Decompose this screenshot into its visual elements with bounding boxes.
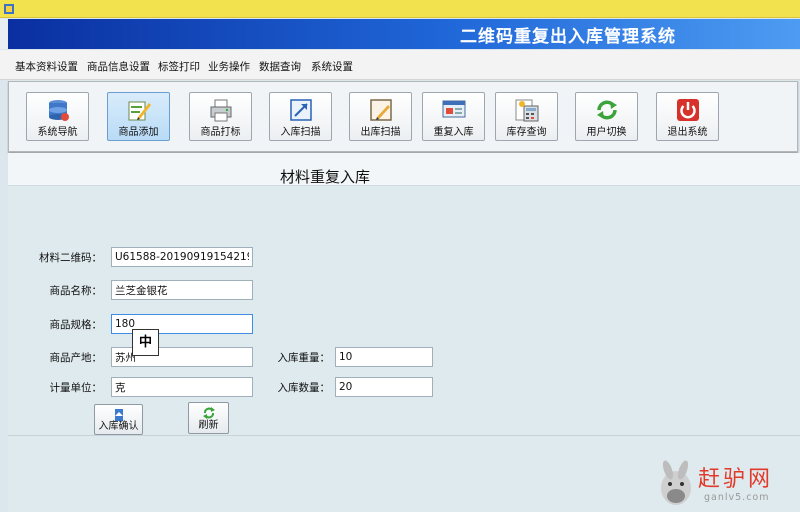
confirm-stock-in-label: 入库确认	[98, 421, 139, 432]
stock-out-scan-button[interactable]: 出库扫描	[349, 92, 412, 141]
menu-product-info[interactable]: 商品信息设置	[87, 59, 150, 74]
donkey-logo-icon	[661, 460, 691, 505]
database-icon	[48, 100, 69, 121]
product-name-label: 商品名称：	[49, 285, 103, 297]
title-panel	[8, 153, 800, 186]
confirm-stock-in-button[interactable]: 入库确认	[94, 404, 143, 435]
stock-weight-input[interactable]	[335, 347, 433, 367]
app-banner: 二维码重复出入库管理系统	[8, 19, 800, 49]
watermark: 赶驴网 ganlv5.com	[655, 460, 795, 510]
window-title-bar	[0, 0, 800, 18]
page-title: 材料重复入库	[280, 168, 371, 186]
repeat-stock-in-icon	[442, 100, 465, 118]
unit-input[interactable]	[111, 377, 253, 397]
inventory-query-button[interactable]: 库存查询	[495, 92, 558, 141]
product-label-button[interactable]: 商品打标	[189, 92, 252, 141]
system-nav-label: 系统导航	[37, 127, 78, 138]
refresh-button[interactable]: 刷新	[188, 402, 229, 434]
inventory-query-label: 库存查询	[506, 127, 547, 138]
menu-system-settings[interactable]: 系统设置	[311, 59, 353, 74]
qrcode-input[interactable]	[111, 247, 253, 267]
menu-business-ops[interactable]: 业务操作	[208, 59, 250, 74]
unit-label: 计量单位：	[49, 382, 103, 394]
stock-in-scan-button[interactable]: 入库扫描	[269, 92, 332, 141]
edit-pencil-icon	[128, 101, 151, 121]
user-switch-button[interactable]: 用户切换	[575, 92, 638, 141]
stock-quantity-label: 入库数量：	[277, 382, 331, 394]
inventory-calculator-icon	[515, 99, 538, 122]
printer-icon	[210, 99, 231, 122]
banner-edge	[0, 19, 8, 49]
refresh-arrows-icon	[596, 100, 617, 120]
power-icon	[676, 99, 699, 121]
user-switch-label: 用户切换	[586, 127, 627, 138]
product-add-button[interactable]: 商品添加	[107, 92, 170, 141]
product-name-input[interactable]	[111, 280, 253, 300]
stock-quantity-input[interactable]	[335, 377, 433, 397]
ime-indicator: 中	[132, 329, 159, 356]
bottom-divider	[8, 435, 800, 436]
stock-out-scan-label: 出库扫描	[360, 127, 401, 138]
app-icon	[4, 4, 14, 14]
menu-bar: 基本资料设置 商品信息设置 标签打印 业务操作 数据查询 系统设置	[0, 50, 800, 80]
stock-in-scan-label: 入库扫描	[280, 127, 321, 138]
watermark-brand: 赶驴网	[698, 467, 774, 492]
product-origin-label: 商品产地：	[49, 352, 103, 364]
scan-in-icon	[289, 99, 312, 121]
product-spec-label: 商品规格：	[49, 319, 103, 331]
menu-label-print[interactable]: 标签打印	[158, 59, 200, 74]
product-add-label: 商品添加	[118, 127, 159, 138]
stock-weight-label: 入库重量：	[277, 352, 331, 364]
system-nav-button[interactable]: 系统导航	[26, 92, 89, 141]
repeat-stock-in-label: 重复入库	[433, 127, 474, 138]
exit-system-button[interactable]: 退出系统	[656, 92, 719, 141]
menu-basic-settings[interactable]: 基本资料设置	[15, 59, 78, 74]
banner-title: 二维码重复出入库管理系统	[460, 27, 676, 47]
scan-out-icon	[369, 99, 392, 121]
product-label-label: 商品打标	[200, 127, 241, 138]
menu-data-query[interactable]: 数据查询	[259, 59, 301, 74]
qrcode-label: 材料二维码：	[39, 252, 102, 264]
watermark-url: ganlv5.com	[704, 492, 770, 503]
toolbar: 系统导航 商品添加 商品打标 入库扫描 出库扫描 重复入库 库存查询 用户切换 …	[8, 81, 798, 152]
repeat-stock-in-button[interactable]: 重复入库	[422, 92, 485, 141]
exit-system-label: 退出系统	[667, 127, 708, 138]
refresh-label: 刷新	[198, 420, 219, 431]
